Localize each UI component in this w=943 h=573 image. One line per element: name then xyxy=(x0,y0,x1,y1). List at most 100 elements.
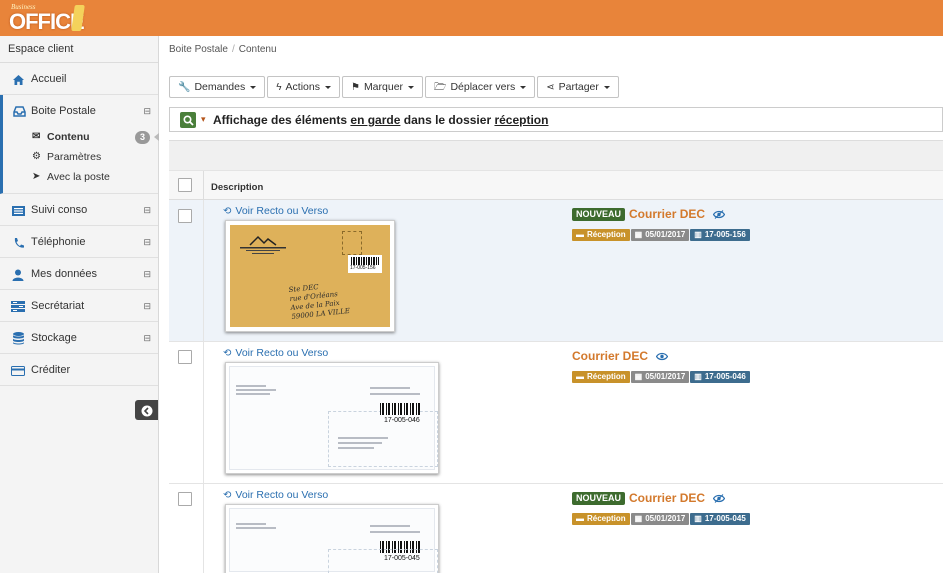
active-caret-icon xyxy=(154,133,159,141)
folder-tag-label: Réception xyxy=(587,230,626,239)
sidebar-item-crediter[interactable]: Créditer xyxy=(0,354,158,386)
sidebar-item-telephonie[interactable]: Téléphonie ⊟ xyxy=(0,226,158,258)
flag-icon: ⚑ xyxy=(350,82,360,93)
partager-dropdown-button[interactable]: ⋖ Partager xyxy=(537,76,619,98)
marquer-dropdown-button[interactable]: ⚑ Marquer xyxy=(341,76,424,98)
barcode-number: 17-005-046 xyxy=(384,417,420,424)
sidebar-group-boite-postale: Boite Postale ⊟ ✉ Contenu 3 ⚙ Paramètres… xyxy=(0,95,159,194)
envelope-image: 17-005-045 xyxy=(229,508,438,573)
filter-folder-link[interactable]: réception xyxy=(494,113,548,127)
sidebar-item-label: Secrétariat xyxy=(31,300,85,312)
breadcrumb-root[interactable]: Boite Postale xyxy=(169,44,228,55)
sidebar-subitem-contenu[interactable]: ✉ Contenu 3 xyxy=(3,127,159,147)
chevron-down-icon[interactable]: ▾ xyxy=(201,114,206,125)
mail-title[interactable]: Courrier DEC xyxy=(629,491,705,505)
button-label: Partager xyxy=(558,81,599,93)
business-office-logo[interactable]: Business OFFICE xyxy=(7,3,85,34)
date-tag-label: 05/01/2017 xyxy=(645,230,686,239)
sidebar-item-boite-postale[interactable]: Boite Postale ⊟ xyxy=(3,95,158,127)
sender-line xyxy=(236,523,266,525)
collapse-toggle-icon[interactable]: ⊟ xyxy=(143,95,151,127)
sidebar-item-mes-donnees[interactable]: Mes données ⊟ xyxy=(0,258,158,290)
barcode-icon xyxy=(380,403,420,415)
filter-status-link[interactable]: en garde xyxy=(350,113,400,127)
sidebar-item-label: Accueil xyxy=(31,73,67,85)
sender-line xyxy=(236,393,270,395)
folder-icon: ▬ xyxy=(576,372,584,381)
main-content: Boite Postale / Contenu 🔧 Demandes ϟ Actions… xyxy=(160,36,943,573)
envelope-thumbnail[interactable]: 17-005-156 Ste DEC rue d'Orléans Ave de … xyxy=(225,220,395,332)
mail-title[interactable]: Courrier DEC xyxy=(629,207,705,221)
table-row[interactable]: ⟲ Voir Recto ou Verso 17-005-046 Courrier… xyxy=(169,342,943,484)
caret-down-icon xyxy=(324,85,331,89)
mail-info: NOUVEAU Courrier DEC ▬ Réception ▦ 05/01/201… xyxy=(572,207,751,241)
recto-verso-link[interactable]: ⟲ Voir Recto ou Verso xyxy=(223,347,328,359)
retweet-icon: ⟲ xyxy=(223,490,232,501)
date-tag: ▦ 05/01/2017 xyxy=(630,229,690,241)
column-divider xyxy=(203,484,204,573)
sidebar-item-suivi-conso[interactable]: Suivi conso ⊟ xyxy=(0,194,158,226)
search-icon[interactable] xyxy=(180,112,196,128)
barcode-label: 17-005-156 xyxy=(348,255,382,273)
retweet-icon: ⟲ xyxy=(223,348,232,359)
column-header-description[interactable]: Description xyxy=(211,182,263,193)
filter-text-b: dans le dossier xyxy=(400,113,495,127)
mail-title[interactable]: Courrier DEC xyxy=(572,349,648,363)
demandes-dropdown-button[interactable]: 🔧 Demandes xyxy=(169,76,266,98)
secretariat-icon xyxy=(11,290,25,322)
user-icon xyxy=(11,258,25,290)
folder-tag: ▬ Réception xyxy=(572,229,630,241)
collapse-toggle-icon[interactable]: ⊟ xyxy=(143,290,151,322)
sidebar-item-accueil[interactable]: Accueil xyxy=(0,63,158,95)
eye-slash-icon[interactable] xyxy=(712,208,726,220)
row-checkbox[interactable] xyxy=(178,492,192,506)
sidebar-item-label: Stockage xyxy=(31,332,77,344)
filter-bar: ▾ Affichage des éléments en garde dans l… xyxy=(169,107,943,132)
sidebar-item-secretariat[interactable]: Secrétariat ⊟ xyxy=(0,290,158,322)
folder-open-icon: 🗁 xyxy=(434,82,447,93)
actions-dropdown-button[interactable]: ϟ Actions xyxy=(267,76,340,98)
sidebar-subitem-parametres[interactable]: ⚙ Paramètres xyxy=(3,147,158,167)
recto-verso-link[interactable]: ⟲ Voir Recto ou Verso xyxy=(223,205,328,217)
date-tag-label: 05/01/2017 xyxy=(645,514,686,523)
collapse-toggle-icon[interactable]: ⊟ xyxy=(143,226,151,258)
mail-info: Courrier DEC ▬ Réception ▦ 05/01/2017 ▥ 17-00… xyxy=(572,349,751,383)
collapse-toggle-icon[interactable]: ⊟ xyxy=(143,322,151,354)
meter-line xyxy=(370,393,420,395)
bolt-icon: ϟ xyxy=(276,82,282,93)
filter-text-a: Affichage des éléments xyxy=(213,113,351,127)
address-window xyxy=(328,411,438,467)
select-all-checkbox[interactable] xyxy=(178,178,192,192)
sidebar-item-stockage[interactable]: Stockage ⊟ xyxy=(0,322,158,354)
phone-icon xyxy=(11,226,25,258)
sidebar-item-label: Boite Postale xyxy=(31,105,96,117)
row-checkbox[interactable] xyxy=(178,350,192,364)
recto-verso-link[interactable]: ⟲ Voir Recto ou Verso xyxy=(223,489,328,501)
wrench-icon: 🔧 xyxy=(178,82,191,93)
new-badge: NOUVEAU xyxy=(572,207,626,221)
collapse-sidebar-button[interactable] xyxy=(135,400,158,420)
table-row[interactable]: ⟲ Voir Recto ou Verso 17-005-045 NOUVEAU C… xyxy=(169,484,943,573)
column-divider xyxy=(203,342,204,483)
row-checkbox[interactable] xyxy=(178,209,192,223)
address-line xyxy=(338,447,374,449)
collapse-toggle-icon[interactable]: ⊟ xyxy=(143,194,151,226)
envelope-thumbnail[interactable]: 17-005-046 xyxy=(225,362,439,474)
deplacer-vers-dropdown-button[interactable]: 🗁 Déplacer vers xyxy=(425,76,536,98)
filter-description: Affichage des éléments en garde dans le … xyxy=(213,113,548,127)
barcode-number: 17-005-156 xyxy=(350,265,376,271)
eye-icon[interactable] xyxy=(655,350,669,362)
table-row[interactable]: ⟲ Voir Recto ou Verso 17-005-156 Ste DEC … xyxy=(169,200,943,342)
envelope-thumbnail[interactable]: 17-005-045 xyxy=(225,504,439,573)
sidebar-subitem-avec-la-poste[interactable]: ➤ Avec la poste xyxy=(3,167,158,187)
button-label: Actions xyxy=(285,81,320,93)
reference-tag: ▥ 17-005-156 xyxy=(690,229,750,241)
recto-verso-label: Voir Recto ou Verso xyxy=(235,347,329,359)
folder-icon: ▬ xyxy=(576,230,584,239)
sidebar: Espace client Accueil Boite Postale ⊟ ✉ … xyxy=(0,36,159,573)
date-tag: ▦ 05/01/2017 xyxy=(630,371,690,383)
collapse-toggle-icon[interactable]: ⊟ xyxy=(143,258,151,290)
eye-slash-icon[interactable] xyxy=(712,492,726,504)
date-tag-label: 05/01/2017 xyxy=(645,372,686,381)
button-label: Demandes xyxy=(194,81,246,93)
